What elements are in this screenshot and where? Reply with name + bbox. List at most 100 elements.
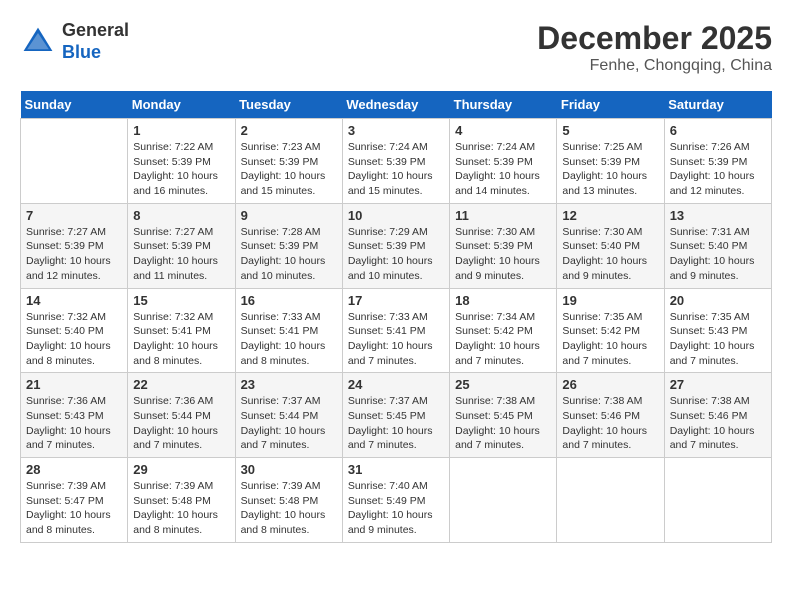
- table-row: 19Sunrise: 7:35 AM Sunset: 5:42 PM Dayli…: [557, 288, 664, 373]
- table-row: 26 Sunrise: 7:38 AM Sunset: 5:46 PM Dayli…: [557, 373, 664, 458]
- day-info: Sunrise: 7:36 AM Sunset: 5:44 PM Dayligh…: [133, 394, 229, 453]
- day-info: Sunrise: 7:32 AM Sunset: 5:41 PM Dayligh…: [133, 310, 229, 369]
- logo-icon: [20, 24, 56, 60]
- col-sunday: Sunday: [21, 91, 128, 119]
- table-row: 13Sunrise: 7:31 AM Sunset: 5:40 PM Dayli…: [664, 203, 771, 288]
- title-block: December 2025 Fenhe, Chongqing, China: [537, 20, 772, 75]
- location-subtitle: Fenhe, Chongqing, China: [537, 57, 772, 75]
- day-info: Sunrise: 7:36 AM Sunset: 5:43 PM Dayligh…: [26, 394, 122, 453]
- table-row: [21, 119, 128, 204]
- day-info: Sunrise: 7:37 AM Sunset: 5:44 PM Dayligh…: [241, 394, 337, 453]
- day-info: Sunrise: 7:29 AM Sunset: 5:39 PM Dayligh…: [348, 225, 444, 284]
- day-number: 17: [348, 293, 444, 308]
- calendar-header-row: Sunday Monday Tuesday Wednesday Thursday…: [21, 91, 772, 119]
- day-number: 23: [241, 377, 337, 392]
- table-row: 18 Sunrise: 7:34 AM Sunset: 5:42 PM Dayli…: [450, 288, 557, 373]
- table-row: 16Sunrise: 7:33 AM Sunset: 5:41 PM Dayli…: [235, 288, 342, 373]
- day-info: Sunrise: 7:22 AM Sunset: 5:39 PM Dayligh…: [133, 140, 229, 199]
- day-number: 7: [26, 208, 122, 223]
- day-number: 10: [348, 208, 444, 223]
- day-number: 12: [562, 208, 658, 223]
- day-info: Sunrise: 7:33 AM Sunset: 5:41 PM Dayligh…: [348, 310, 444, 369]
- table-row: 24 Sunrise: 7:37 AM Sunset: 5:45 PM Dayli…: [342, 373, 449, 458]
- day-info: Sunrise: 7:39 AM Sunset: 5:47 PM Dayligh…: [26, 479, 122, 538]
- col-tuesday: Tuesday: [235, 91, 342, 119]
- day-info: Sunrise: 7:27 AM Sunset: 5:39 PM Dayligh…: [26, 225, 122, 284]
- table-row: [664, 458, 771, 543]
- table-row: 6 Sunrise: 7:26 AM Sunset: 5:39 PM Daylig…: [664, 119, 771, 204]
- logo: General Blue: [20, 20, 129, 63]
- day-info: Sunrise: 7:26 AM Sunset: 5:39 PM Dayligh…: [670, 140, 766, 199]
- day-number: 3: [348, 123, 444, 138]
- day-info: Sunrise: 7:38 AM Sunset: 5:46 PM Dayligh…: [670, 394, 766, 453]
- table-row: 31 Sunrise: 7:40 AM Sunset: 5:49 PM Dayli…: [342, 458, 449, 543]
- table-row: 21Sunrise: 7:36 AM Sunset: 5:43 PM Dayli…: [21, 373, 128, 458]
- day-number: 25: [455, 377, 551, 392]
- day-number: 11: [455, 208, 551, 223]
- table-row: 5Sunrise: 7:25 AM Sunset: 5:39 PM Daylig…: [557, 119, 664, 204]
- day-info: Sunrise: 7:32 AM Sunset: 5:40 PM Dayligh…: [26, 310, 122, 369]
- day-info: Sunrise: 7:24 AM Sunset: 5:39 PM Dayligh…: [348, 140, 444, 199]
- table-row: 1Sunrise: 7:22 AM Sunset: 5:39 PM Daylig…: [128, 119, 235, 204]
- day-info: Sunrise: 7:23 AM Sunset: 5:39 PM Dayligh…: [241, 140, 337, 199]
- table-row: 4Sunrise: 7:24 AM Sunset: 5:39 PM Daylig…: [450, 119, 557, 204]
- calendar-week-row: 1Sunrise: 7:22 AM Sunset: 5:39 PM Daylig…: [21, 119, 772, 204]
- table-row: 22 Sunrise: 7:36 AM Sunset: 5:44 PM Dayli…: [128, 373, 235, 458]
- calendar-week-row: 28 Sunrise: 7:39 AM Sunset: 5:47 PM Dayli…: [21, 458, 772, 543]
- day-info: Sunrise: 7:38 AM Sunset: 5:46 PM Dayligh…: [562, 394, 658, 453]
- day-info: Sunrise: 7:35 AM Sunset: 5:42 PM Dayligh…: [562, 310, 658, 369]
- day-number: 31: [348, 462, 444, 477]
- day-number: 22: [133, 377, 229, 392]
- table-row: 12 Sunrise: 7:30 AM Sunset: 5:40 PM Dayli…: [557, 203, 664, 288]
- day-info: Sunrise: 7:30 AM Sunset: 5:40 PM Dayligh…: [562, 225, 658, 284]
- day-number: 29: [133, 462, 229, 477]
- day-number: 14: [26, 293, 122, 308]
- day-number: 16: [241, 293, 337, 308]
- table-row: 25Sunrise: 7:38 AM Sunset: 5:45 PM Dayli…: [450, 373, 557, 458]
- col-saturday: Saturday: [664, 91, 771, 119]
- table-row: 23 Sunrise: 7:37 AM Sunset: 5:44 PM Dayli…: [235, 373, 342, 458]
- table-row: [450, 458, 557, 543]
- col-friday: Friday: [557, 91, 664, 119]
- day-number: 6: [670, 123, 766, 138]
- table-row: 17 Sunrise: 7:33 AM Sunset: 5:41 PM Dayli…: [342, 288, 449, 373]
- day-info: Sunrise: 7:28 AM Sunset: 5:39 PM Dayligh…: [241, 225, 337, 284]
- col-thursday: Thursday: [450, 91, 557, 119]
- page-header: General Blue December 2025 Fenhe, Chongq…: [20, 20, 772, 75]
- table-row: 27 Sunrise: 7:38 AM Sunset: 5:46 PM Dayli…: [664, 373, 771, 458]
- table-row: 28 Sunrise: 7:39 AM Sunset: 5:47 PM Dayli…: [21, 458, 128, 543]
- day-info: Sunrise: 7:31 AM Sunset: 5:40 PM Dayligh…: [670, 225, 766, 284]
- day-info: Sunrise: 7:35 AM Sunset: 5:43 PM Dayligh…: [670, 310, 766, 369]
- table-row: 7 Sunrise: 7:27 AM Sunset: 5:39 PM Daylig…: [21, 203, 128, 288]
- table-row: 11Sunrise: 7:30 AM Sunset: 5:39 PM Dayli…: [450, 203, 557, 288]
- day-info: Sunrise: 7:37 AM Sunset: 5:45 PM Dayligh…: [348, 394, 444, 453]
- day-number: 28: [26, 462, 122, 477]
- col-wednesday: Wednesday: [342, 91, 449, 119]
- day-info: Sunrise: 7:39 AM Sunset: 5:48 PM Dayligh…: [133, 479, 229, 538]
- day-info: Sunrise: 7:25 AM Sunset: 5:39 PM Dayligh…: [562, 140, 658, 199]
- table-row: 15 Sunrise: 7:32 AM Sunset: 5:41 PM Dayli…: [128, 288, 235, 373]
- calendar-week-row: 21Sunrise: 7:36 AM Sunset: 5:43 PM Dayli…: [21, 373, 772, 458]
- col-monday: Monday: [128, 91, 235, 119]
- logo-general-text: General: [62, 20, 129, 40]
- table-row: 8Sunrise: 7:27 AM Sunset: 5:39 PM Daylig…: [128, 203, 235, 288]
- table-row: 2 Sunrise: 7:23 AM Sunset: 5:39 PM Daylig…: [235, 119, 342, 204]
- day-info: Sunrise: 7:34 AM Sunset: 5:42 PM Dayligh…: [455, 310, 551, 369]
- day-number: 24: [348, 377, 444, 392]
- day-number: 26: [562, 377, 658, 392]
- table-row: 29 Sunrise: 7:39 AM Sunset: 5:48 PM Dayli…: [128, 458, 235, 543]
- day-number: 30: [241, 462, 337, 477]
- day-info: Sunrise: 7:40 AM Sunset: 5:49 PM Dayligh…: [348, 479, 444, 538]
- day-number: 15: [133, 293, 229, 308]
- table-row: 10 Sunrise: 7:29 AM Sunset: 5:39 PM Dayli…: [342, 203, 449, 288]
- day-info: Sunrise: 7:27 AM Sunset: 5:39 PM Dayligh…: [133, 225, 229, 284]
- logo-blue-text: Blue: [62, 42, 101, 62]
- table-row: 3 Sunrise: 7:24 AM Sunset: 5:39 PM Daylig…: [342, 119, 449, 204]
- day-number: 18: [455, 293, 551, 308]
- table-row: 30 Sunrise: 7:39 AM Sunset: 5:48 PM Dayli…: [235, 458, 342, 543]
- day-number: 2: [241, 123, 337, 138]
- day-info: Sunrise: 7:39 AM Sunset: 5:48 PM Dayligh…: [241, 479, 337, 538]
- table-row: [557, 458, 664, 543]
- day-info: Sunrise: 7:24 AM Sunset: 5:39 PM Dayligh…: [455, 140, 551, 199]
- day-number: 27: [670, 377, 766, 392]
